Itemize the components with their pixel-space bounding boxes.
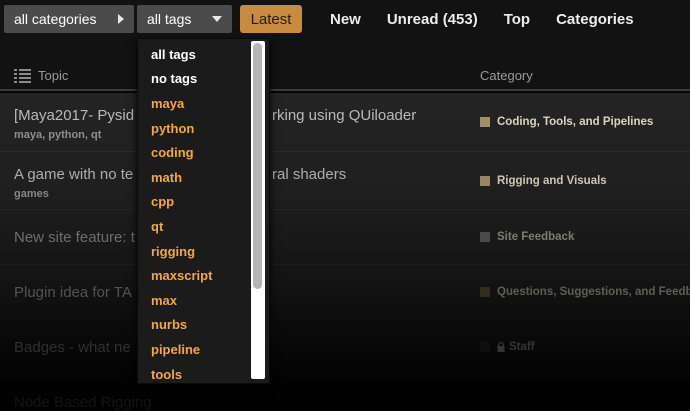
topic-category[interactable]: Coding, Tools, and Pipelines (480, 116, 653, 128)
category-badge (480, 232, 490, 242)
categories-filter-label: all categories (14, 11, 97, 27)
tags-filter-dropdown[interactable]: all tags (137, 5, 232, 33)
tag-dropdown-menu: all tags no tags maya python coding math… (137, 38, 270, 384)
categories-filter-dropdown[interactable]: all categories (4, 5, 134, 33)
topic-title-fragment[interactable]: rking using QUiloader (272, 107, 416, 124)
nav-latest-label: Latest (251, 11, 292, 28)
nav-new[interactable]: New (330, 11, 361, 28)
topic-title-fragment[interactable]: Node Based Rigging (14, 394, 152, 411)
table-row[interactable]: [Maya2017- Pysid rking using QUiloader m… (0, 93, 690, 152)
topic-category[interactable]: Staff (480, 341, 535, 353)
category-label: Site Feedback (497, 231, 574, 243)
category-label: Staff (509, 341, 535, 353)
topic-category[interactable]: Rigging and Visuals (480, 175, 607, 187)
topic-tags[interactable]: maya, python, qt (14, 129, 101, 141)
topic-title-fragment[interactable]: ral shaders (272, 166, 346, 183)
table-row[interactable]: Badges - what ne Staff (0, 320, 690, 375)
chevron-right-icon (118, 14, 124, 24)
table-row[interactable]: New site feature: t Site Feedback (0, 210, 690, 265)
topic-title-fragment[interactable]: Badges - what ne (14, 339, 131, 356)
nav-latest-active[interactable]: Latest (240, 5, 302, 33)
category-label: Rigging and Visuals (497, 175, 607, 187)
nav-unread[interactable]: Unread (453) (387, 11, 478, 28)
topic-title-fragment[interactable]: [Maya2017- Pysid (14, 107, 134, 124)
category-label: Coding, Tools, and Pipelines (497, 116, 653, 128)
category-badge (480, 176, 490, 186)
topic-tags[interactable]: games (14, 188, 49, 200)
lock-icon (497, 342, 505, 352)
category-badge (480, 287, 490, 297)
table-row[interactable]: A game with no te ral shaders games Rigg… (0, 152, 690, 210)
chevron-down-icon (212, 16, 222, 22)
topic-category[interactable]: Questions, Suggestions, and Feedb (480, 286, 690, 298)
top-navigation: New Unread (453) Top Categories (330, 5, 634, 33)
category-label: Questions, Suggestions, and Feedb (497, 286, 690, 298)
tag-dropdown-list: all tags no tags maya python coding math… (138, 39, 269, 384)
topic-title-fragment[interactable]: A game with no te (14, 166, 133, 183)
table-row[interactable]: Plugin idea for TA Questions, Suggestion… (0, 265, 690, 320)
topic-title-fragment[interactable]: New site feature: t (14, 229, 135, 246)
topic-column-header[interactable]: Topic (38, 68, 68, 83)
category-badge (480, 342, 490, 352)
category-badge (480, 117, 490, 127)
topic-category[interactable]: Site Feedback (480, 231, 574, 243)
nav-categories[interactable]: Categories (556, 11, 634, 28)
dropdown-scrollbar-thumb[interactable] (253, 43, 262, 289)
topic-list-header: Topic Category (0, 60, 690, 91)
topic-list: [Maya2017- Pysid rking using QUiloader m… (0, 93, 690, 410)
dropdown-scrollbar-track[interactable] (251, 41, 265, 379)
nav-top[interactable]: Top (504, 11, 530, 28)
topic-title-fragment[interactable]: Plugin idea for TA (14, 284, 132, 301)
category-column-header[interactable]: Category (480, 68, 533, 83)
tags-filter-label: all tags (147, 11, 191, 27)
list-icon (14, 69, 31, 86)
table-row[interactable]: Node Based Rigging (0, 375, 690, 410)
top-bar: all categories all tags Latest New Unrea… (0, 0, 690, 60)
